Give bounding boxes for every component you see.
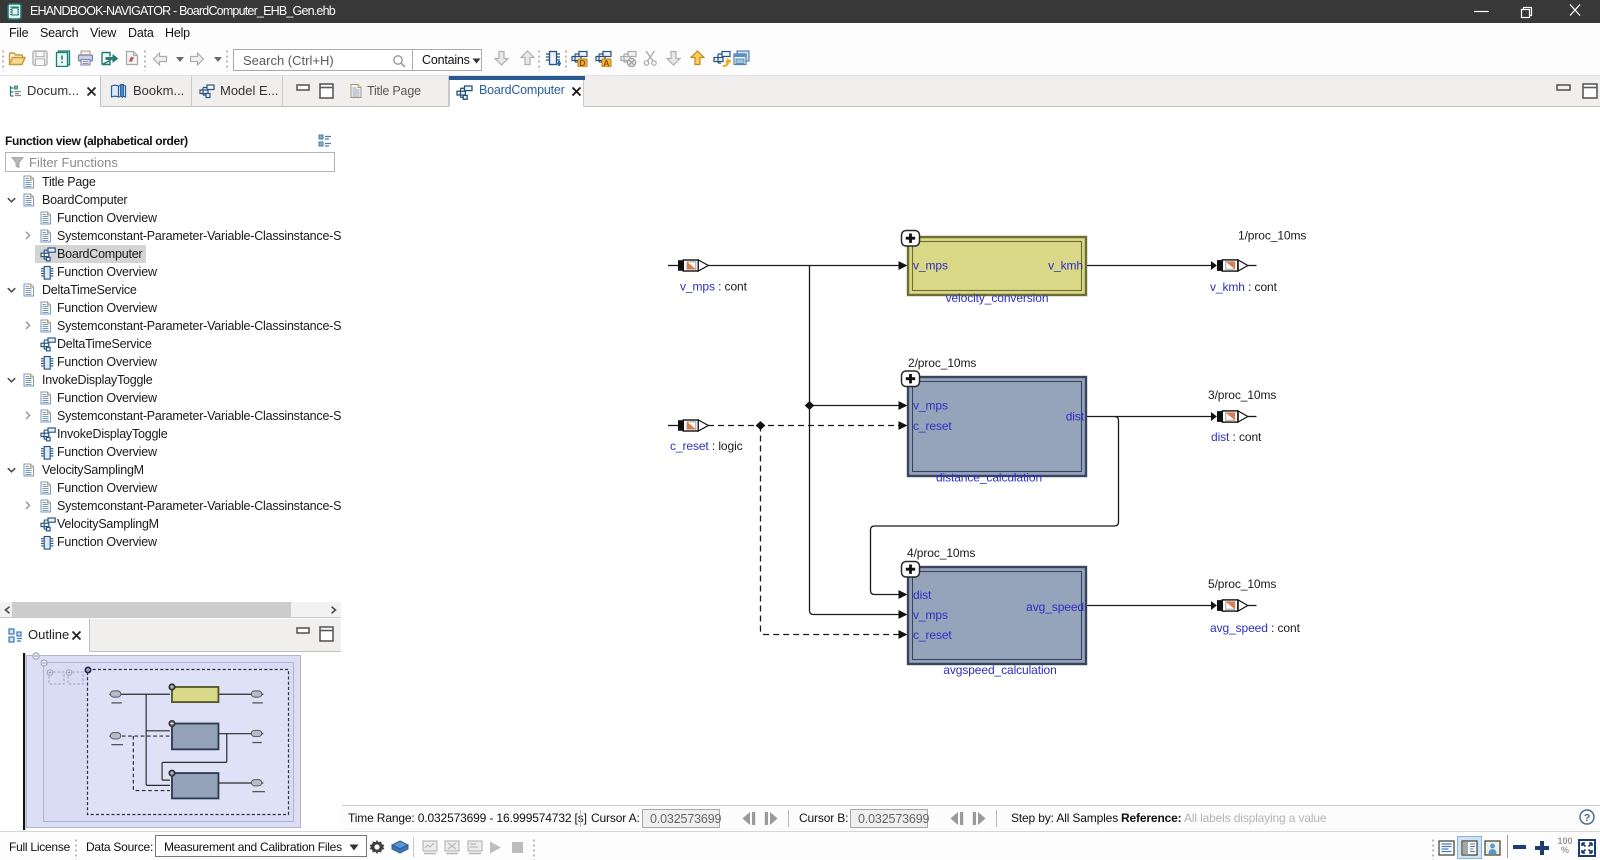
svg-text:v_mps: v_mps (913, 399, 948, 413)
svg-text:v_kmh: v_kmh (1048, 259, 1083, 273)
svg-text:dist : cont: dist : cont (1211, 430, 1262, 444)
svg-text:v_kmh : cont: v_kmh : cont (1210, 280, 1278, 294)
svg-text:avgspeed_calculation: avgspeed_calculation (943, 663, 1056, 677)
svg-text:distance_calculation: distance_calculation (936, 471, 1042, 485)
svg-text:c_reset: c_reset (913, 628, 952, 642)
svg-text:1/proc_10ms: 1/proc_10ms (1238, 229, 1306, 243)
svg-text:v_mps : cont: v_mps : cont (680, 280, 748, 294)
svg-text:2/proc_10ms: 2/proc_10ms (908, 356, 976, 370)
svg-text:dist: dist (913, 588, 932, 602)
svg-text:v_mps: v_mps (913, 608, 948, 622)
svg-text:c_reset : logic: c_reset : logic (670, 439, 743, 453)
svg-text:velocity_conversion: velocity_conversion (946, 291, 1049, 305)
svg-text:avg_speed: avg_speed (1026, 600, 1084, 614)
svg-text:dist: dist (1066, 410, 1085, 424)
svg-text:c_reset: c_reset (913, 419, 952, 433)
svg-text:5/proc_10ms: 5/proc_10ms (1208, 577, 1276, 591)
svg-text:4/proc_10ms: 4/proc_10ms (907, 546, 975, 560)
svg-text:3/proc_10ms: 3/proc_10ms (1208, 388, 1276, 402)
svg-text:v_mps: v_mps (913, 259, 948, 273)
svg-text:D: D (579, 58, 585, 67)
svg-text:A: A (603, 58, 609, 67)
svg-text:?: ? (1584, 812, 1590, 824)
svg-text:avg_speed : cont: avg_speed : cont (1210, 621, 1301, 635)
